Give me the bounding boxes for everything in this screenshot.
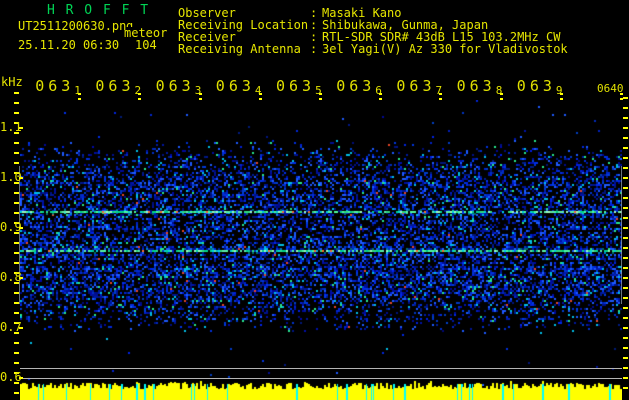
app-title: H R O F F T bbox=[47, 3, 150, 18]
capture-filename: UT2511200630.pn bbox=[18, 19, 127, 33]
info-value-antenna: 3el Yagi(V) Az 330 for Vladivostok bbox=[322, 42, 568, 56]
x-tick-label: 0639 bbox=[516, 77, 563, 98]
y-tick-mark bbox=[19, 227, 23, 229]
y-axis-unit-label: kHz bbox=[1, 75, 23, 89]
y-tick-mark bbox=[19, 377, 23, 379]
y-tick-mark bbox=[19, 177, 23, 179]
echo-count: 104 bbox=[135, 38, 157, 52]
signal-level-meter-canvas bbox=[20, 380, 622, 400]
x-tick-dot bbox=[78, 93, 82, 95]
x-tick-dot bbox=[499, 98, 503, 100]
x-tick-dot bbox=[78, 98, 82, 100]
info-colon: : bbox=[310, 42, 318, 56]
capture-datetime: 25.11.20 06:30 bbox=[18, 38, 120, 52]
reference-line-upper bbox=[20, 368, 622, 369]
x-tick-dot bbox=[258, 93, 262, 95]
x-tick-dot bbox=[620, 93, 623, 95]
x-tick-label: 0635 bbox=[276, 77, 322, 98]
x-tick-dot bbox=[138, 93, 142, 95]
y-tick-mark bbox=[19, 327, 23, 329]
x-tick-label: 0634 bbox=[215, 77, 262, 98]
x-tick-dot bbox=[620, 98, 623, 100]
x-tick-label: 0631 bbox=[35, 77, 81, 98]
x-tick-label: 0637 bbox=[396, 77, 443, 98]
x-tick-dot bbox=[138, 98, 142, 100]
x-tick-label: 0636 bbox=[336, 77, 382, 98]
y-tick-mark bbox=[19, 277, 23, 279]
spectrogram-canvas bbox=[20, 100, 622, 386]
x-tick-label: 0638 bbox=[456, 77, 503, 98]
x-tick-label: 0633 bbox=[155, 77, 202, 98]
y-tick-mark bbox=[19, 127, 23, 129]
x-tick-label: 0632 bbox=[95, 77, 142, 98]
x-tick-dot bbox=[319, 93, 322, 95]
plot-right-edge-line bbox=[621, 166, 622, 304]
x-tick-dot bbox=[258, 98, 262, 100]
x-tick-dot bbox=[559, 93, 563, 95]
x-tick-dot bbox=[439, 93, 443, 95]
x-tick-dot bbox=[198, 93, 202, 95]
hrofft-screen: H R O F F T UT2511200630.pn g meteor 25.… bbox=[0, 0, 629, 400]
x-tick-dot bbox=[379, 93, 383, 95]
info-label-antenna: Receiving Antenna bbox=[178, 42, 301, 56]
x-tick-dot bbox=[198, 98, 202, 100]
x-tick-dot bbox=[559, 98, 563, 100]
x-tick-dot bbox=[439, 98, 443, 100]
x-tick-dot bbox=[379, 98, 383, 100]
x-tick-dot bbox=[499, 93, 503, 95]
x-tick-dot bbox=[319, 98, 322, 100]
y-axis-right-tick-column bbox=[623, 97, 628, 397]
reference-line-lower bbox=[20, 378, 622, 379]
